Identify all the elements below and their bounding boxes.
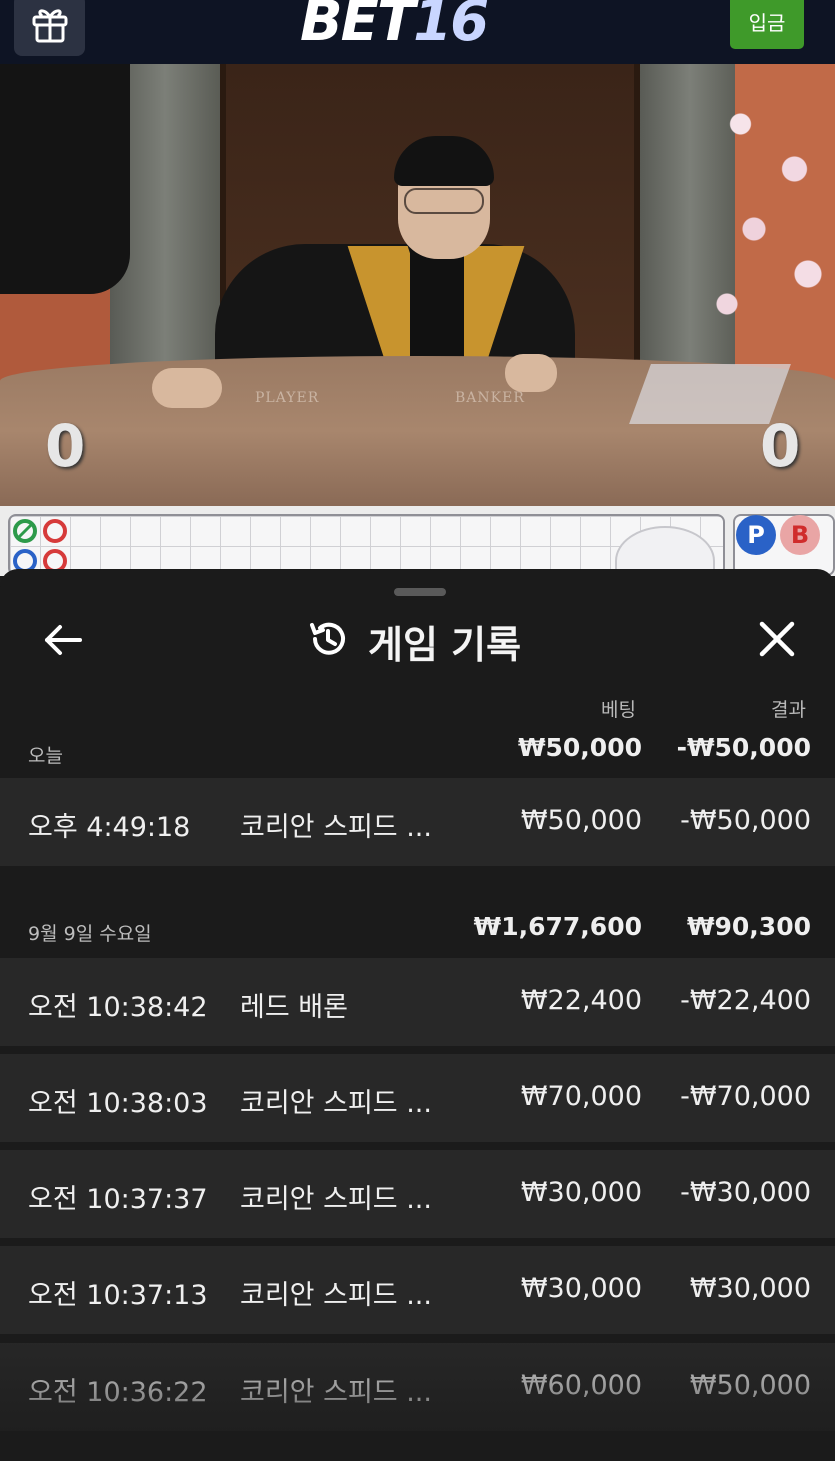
back-button[interactable] — [40, 619, 86, 665]
page-title: 게임 기록 — [368, 622, 522, 667]
group-date-label: 9월 9일 수요일 — [28, 923, 152, 945]
road-markers-icon — [13, 519, 67, 573]
banker-chip[interactable]: B — [780, 515, 820, 555]
group-date-label: 오늘 — [28, 745, 63, 767]
column-header-result: 결과 — [771, 699, 806, 721]
sheet-title: 게임 기록 — [306, 613, 521, 669]
group-result-total: ₩90,300 — [686, 912, 811, 941]
row-game: 코리안 스피드 ... — [240, 1184, 432, 1215]
gift-button[interactable] — [14, 0, 85, 56]
row-game: 코리안 스피드 ... — [240, 1280, 432, 1311]
history-row[interactable]: 오전 10:36:22 코리안 스피드 ... ₩60,000 ₩50,000 — [0, 1343, 835, 1431]
assistant-figure — [0, 64, 130, 294]
row-time: 오전 10:36:22 — [28, 1377, 208, 1408]
dealer-hand-left — [152, 368, 222, 408]
row-time: 오전 10:38:03 — [28, 1088, 208, 1119]
group-result-total: -₩50,000 — [676, 733, 811, 762]
banker-score: 0 — [760, 412, 801, 480]
brand-logo[interactable]: BET16 — [300, 0, 540, 52]
row-time: 오후 4:49:18 — [28, 812, 191, 843]
table-banker-label: BANKER — [455, 390, 525, 406]
top-bar: BET16 입금 — [0, 0, 835, 64]
group-bet-total: ₩1,677,600 — [473, 912, 642, 941]
row-result: ₩30,000 — [689, 1273, 811, 1304]
history-row[interactable]: 오전 10:37:37 코리안 스피드 ... ₩30,000 -₩30,000 — [0, 1150, 835, 1238]
row-game: 레드 배론 — [240, 992, 348, 1023]
history-row[interactable]: 오전 10:38:42 레드 배론 ₩22,400 -₩22,400 — [0, 958, 835, 1046]
close-button[interactable] — [753, 617, 801, 665]
player-chip[interactable]: P — [736, 515, 776, 555]
row-time: 오전 10:37:37 — [28, 1184, 208, 1215]
row-bet: ₩70,000 — [520, 1081, 642, 1112]
arrow-left-icon — [43, 623, 83, 661]
row-bet: ₩60,000 — [520, 1370, 642, 1401]
history-icon — [306, 617, 350, 665]
column-header-bet: 베팅 — [601, 699, 636, 721]
live-dealer-video: PLAYER BANKER 0 0 — [0, 64, 835, 506]
row-bet: ₩30,000 — [520, 1273, 642, 1304]
row-bet: ₩50,000 — [520, 805, 642, 836]
cherry-blossom-decor — [700, 64, 835, 364]
drag-handle[interactable] — [394, 588, 446, 596]
row-game: 코리안 스피드 ... — [240, 812, 432, 843]
dealer-glasses — [404, 188, 484, 214]
table-player-label: PLAYER — [255, 390, 320, 406]
dealer-hand-right — [505, 354, 557, 392]
history-row[interactable]: 오후 4:49:18 코리안 스피드 ... ₩50,000 -₩50,000 — [0, 778, 835, 866]
row-bet: ₩30,000 — [520, 1177, 642, 1208]
history-row[interactable]: 오전 10:38:03 코리안 스피드 ... ₩70,000 -₩70,000 — [0, 1054, 835, 1142]
row-result: -₩70,000 — [680, 1081, 811, 1112]
row-result: ₩50,000 — [689, 1370, 811, 1401]
gift-icon — [28, 1, 72, 49]
row-game: 코리안 스피드 ... — [240, 1088, 432, 1119]
row-result: -₩50,000 — [680, 805, 811, 836]
close-icon — [758, 620, 796, 662]
row-game: 코리안 스피드 ... — [240, 1377, 432, 1408]
row-time: 오전 10:37:13 — [28, 1280, 208, 1311]
row-bet: ₩22,400 — [520, 985, 642, 1016]
player-score: 0 — [45, 412, 86, 480]
history-row[interactable]: 오전 10:37:13 코리안 스피드 ... ₩30,000 ₩30,000 — [0, 1246, 835, 1334]
deposit-button[interactable]: 입금 — [730, 0, 804, 49]
row-result: -₩30,000 — [680, 1177, 811, 1208]
row-time: 오전 10:38:42 — [28, 992, 208, 1023]
row-result: -₩22,400 — [680, 985, 811, 1016]
group-bet-total: ₩50,000 — [517, 733, 642, 762]
game-history-sheet: 게임 기록 베팅 결과 오늘 ₩50,000 -₩50,000 오후 4:49:… — [0, 569, 835, 1461]
